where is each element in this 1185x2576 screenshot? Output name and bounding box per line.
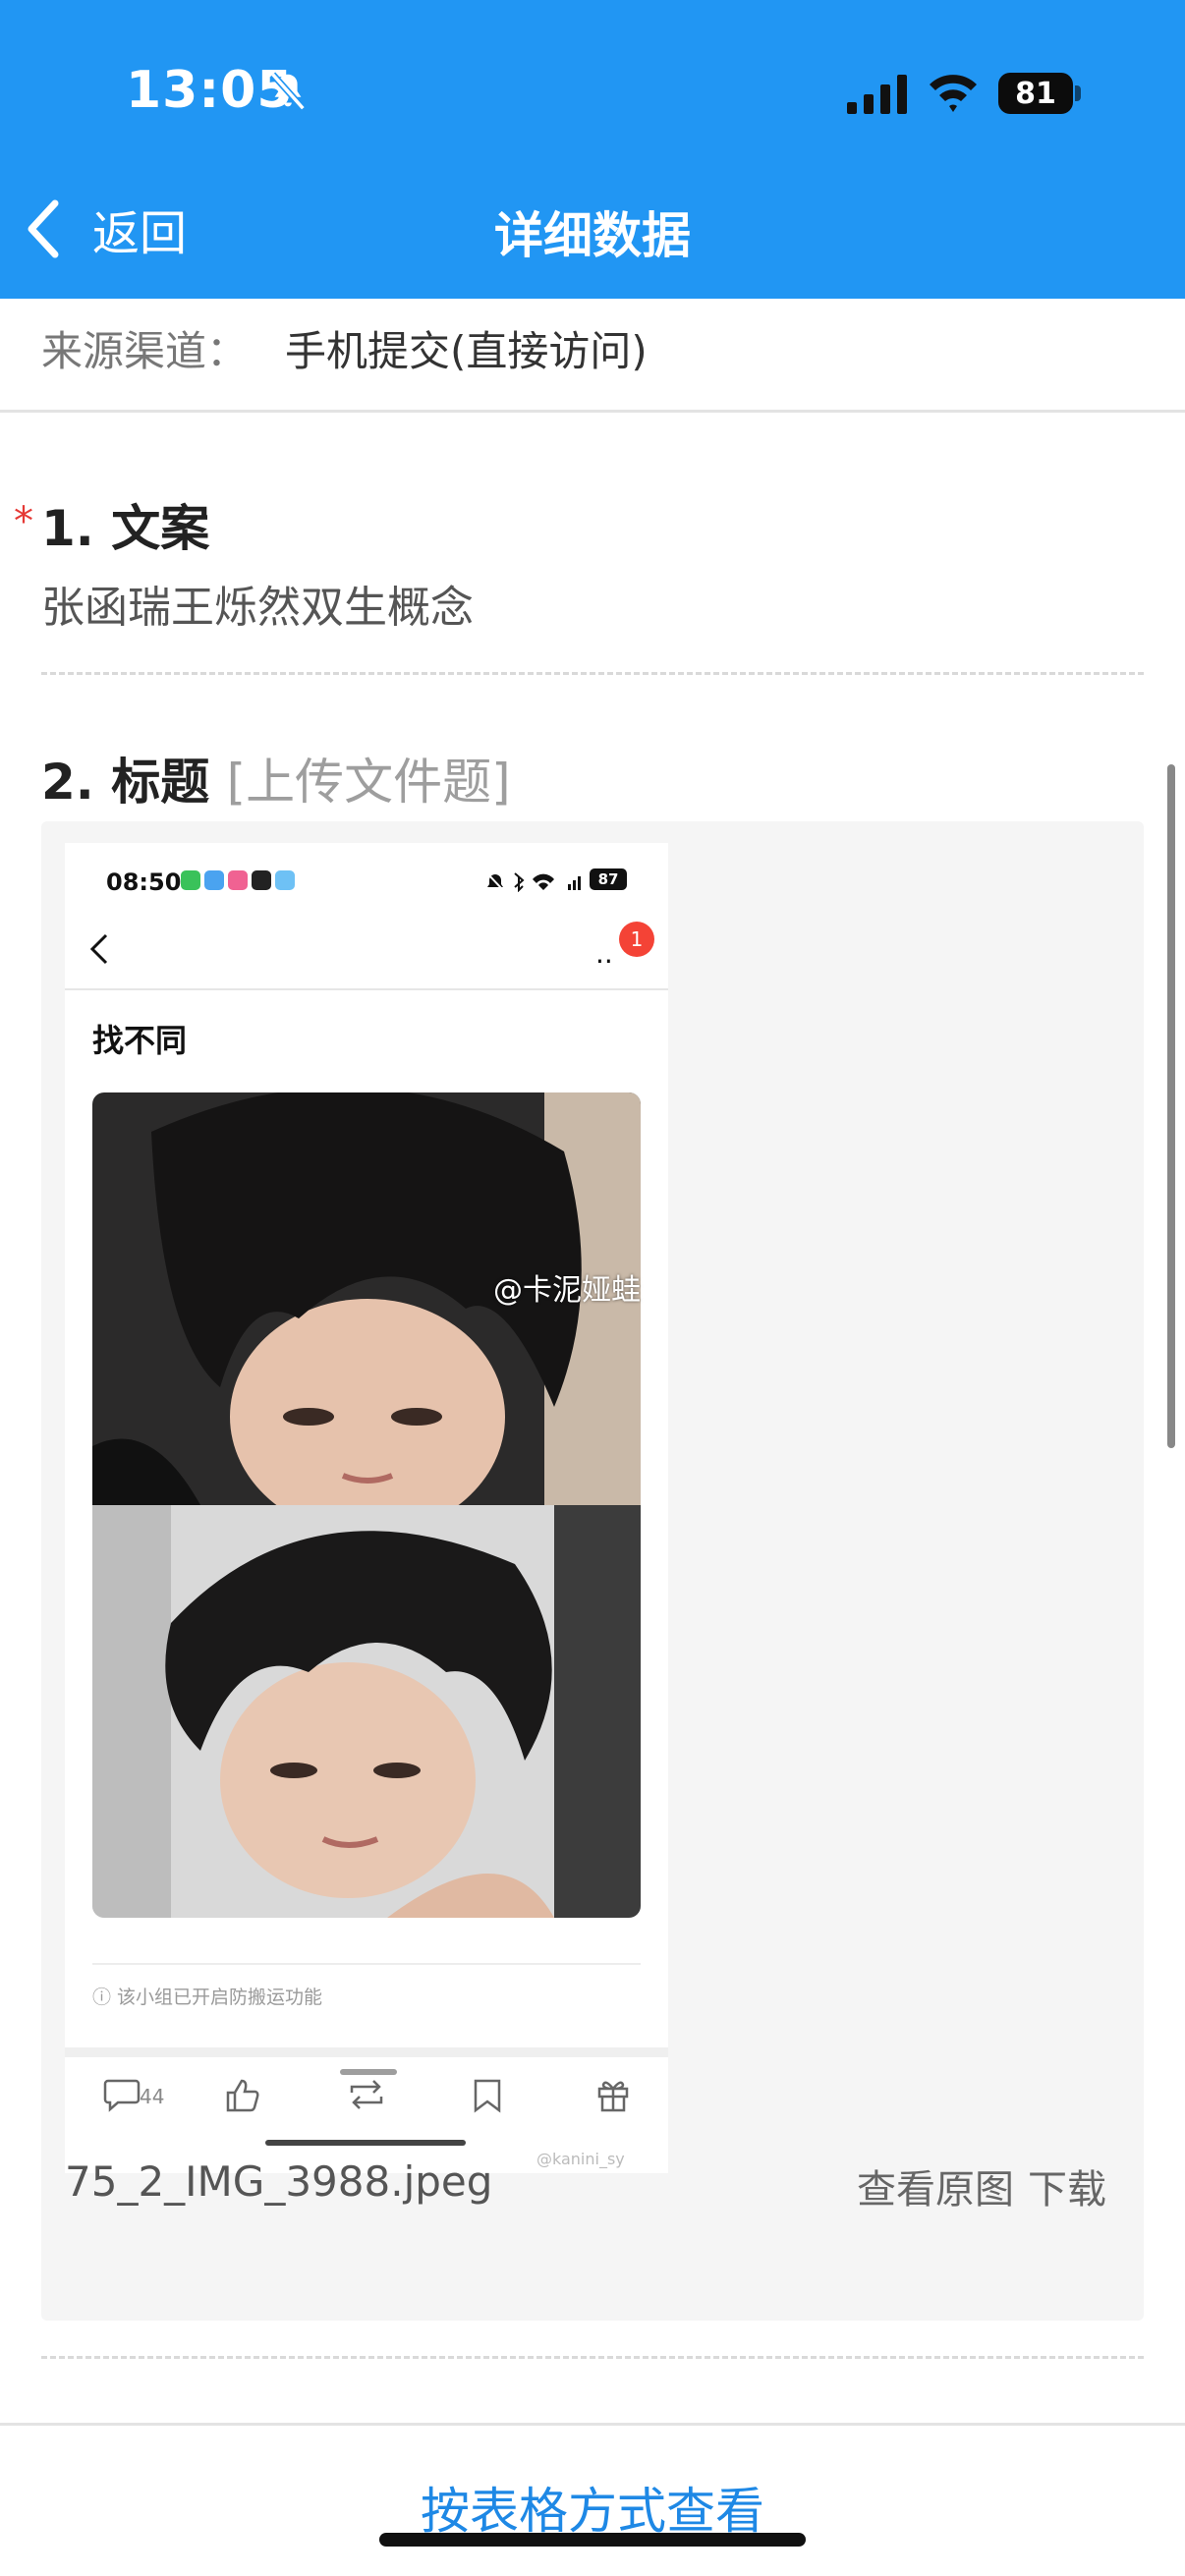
preview-app-icons [181,870,295,890]
like-icon [226,2079,259,2112]
page-title: 详细数据 [494,207,691,264]
source-label: 来源渠道： [41,327,249,375]
preview-post-title: 找不同 [92,1022,188,1059]
scrollbar[interactable] [1167,764,1175,1448]
field-2-hint: [上传文件题] [226,754,511,811]
comment-count: 44 [140,2085,165,2108]
field-1-title: 1. 文案 [41,500,210,557]
field-2-title: 2. 标题 [上传文件题] [41,743,511,813]
preview-anti-repost-note: ⓘ 该小组已开启防搬运功能 [92,1987,323,2008]
gift-icon [597,2081,629,2112]
preview-home-indicator [265,2140,466,2146]
attachment-image[interactable]: 08:50 87 ·· 1 找不同 @卡泥娅蛙 ⓘ 该小组已开启防搬运功能 44… [65,843,668,2173]
field-2-label: 2. 标题 [41,754,210,811]
home-indicator [379,2533,806,2547]
battery-indicator: 81 [998,73,1081,114]
preview-watermark-2: @kanini_sy [536,2150,625,2168]
preview-divider [92,1963,641,1965]
attachment-file-name: 75_2_IMG_3988.jpeg [65,2157,493,2206]
source-row: 来源渠道： 手机提交(直接访问) [0,299,1185,413]
preview-more-icon: ·· [595,945,613,978]
preview-battery: 87 [590,868,627,890]
divider [41,2356,1144,2359]
battery-level: 81 [998,73,1073,114]
battery-tip [1075,85,1081,101]
bookmark-icon [474,2079,501,2113]
divider [41,672,1144,675]
preview-back-icon [89,933,108,965]
cellular-signal-icon [847,75,907,114]
preview-divider [65,988,668,990]
field-1-answer: 张函瑞王烁然双生概念 [41,583,474,633]
wifi-icon [930,75,977,112]
attachment-card: 08:50 87 ·· 1 找不同 @卡泥娅蛙 ⓘ 该小组已开启防搬运功能 44… [41,821,1144,2321]
preview-watermark: @卡泥娅蛙 [493,1273,641,1308]
source-value: 手机提交(直接访问) [285,327,648,375]
app-header: 13:05 81 返回 详细数据 [0,0,1185,299]
view-original-link[interactable]: 查看原图 [857,2157,1014,2214]
preview-time: 08:50 [106,868,182,896]
required-marker: * [14,499,33,544]
bell-muted-icon [270,72,306,111]
preview-action-bar: 44 [65,2057,668,2152]
preview-photo-bottom [92,1505,641,1918]
download-link[interactable]: 下载 [1028,2157,1106,2214]
preview-bar-separator [65,2047,668,2057]
preview-notification-badge: 1 [619,922,654,957]
comment-icon [103,2079,141,2112]
repost-icon [350,2080,383,2109]
